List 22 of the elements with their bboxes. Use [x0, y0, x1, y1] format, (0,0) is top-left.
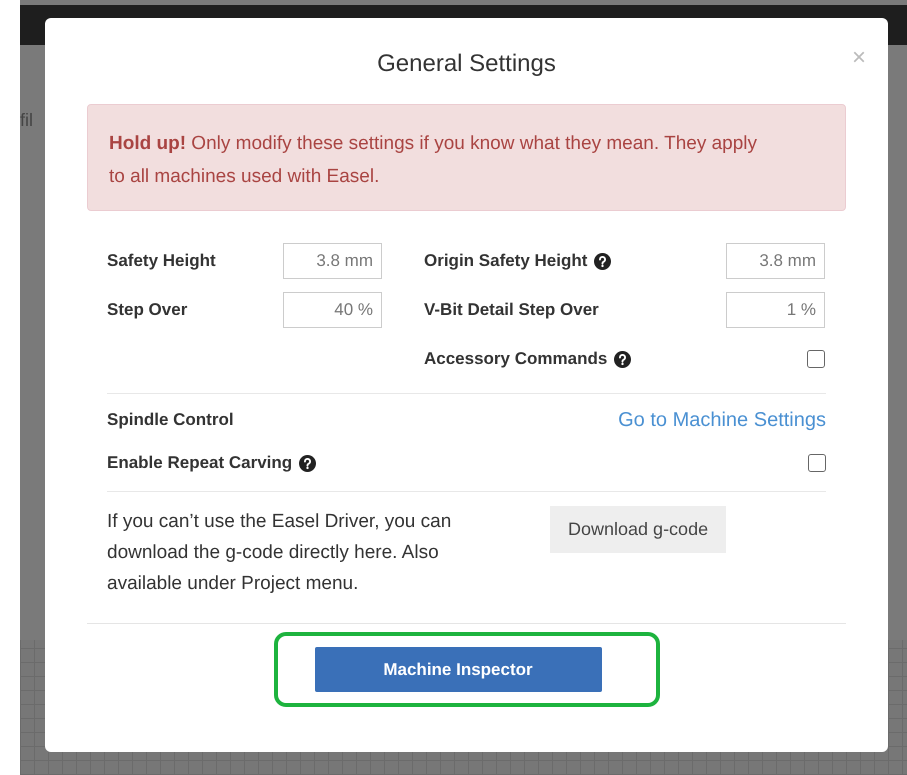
checkbox[interactable] [808, 454, 826, 472]
help-icon[interactable] [299, 454, 316, 472]
setting-label: Enable Repeat Carving [107, 453, 292, 473]
download-note: If you can’t use the Easel Driver, you can download the g-code directly here. Also available under Project menu. [107, 510, 452, 596]
input-field[interactable]: 3.8 mm [283, 243, 382, 279]
input-field[interactable]: 1 % [726, 292, 825, 328]
machine-settings-link[interactable]: Go to Machine Settings [618, 408, 826, 432]
checkbox[interactable] [807, 350, 825, 368]
warning-alert: Hold up! Only modify these settings if you know what they mean. They apply to all machines used with Easel. [87, 104, 846, 211]
input-field[interactable]: 40 % [283, 292, 382, 328]
setting-label: Origin Safety Height [424, 251, 588, 271]
download-button[interactable]: Download g-code [550, 506, 726, 553]
help-icon[interactable] [594, 252, 612, 270]
setting-label: Spindle Control [107, 410, 234, 430]
setting-label: Step Over [107, 300, 188, 320]
input-field[interactable]: 3.8 mm [726, 243, 825, 279]
setting-label: Safety Height [107, 251, 216, 271]
setting-label: Accessory Commands [424, 349, 608, 369]
help-icon[interactable] [614, 350, 632, 368]
dialog-title: General Settings [377, 50, 556, 78]
machine-inspector-button[interactable]: Machine Inspector [314, 647, 602, 692]
setting-label: V-Bit Detail Step Over [424, 300, 599, 320]
